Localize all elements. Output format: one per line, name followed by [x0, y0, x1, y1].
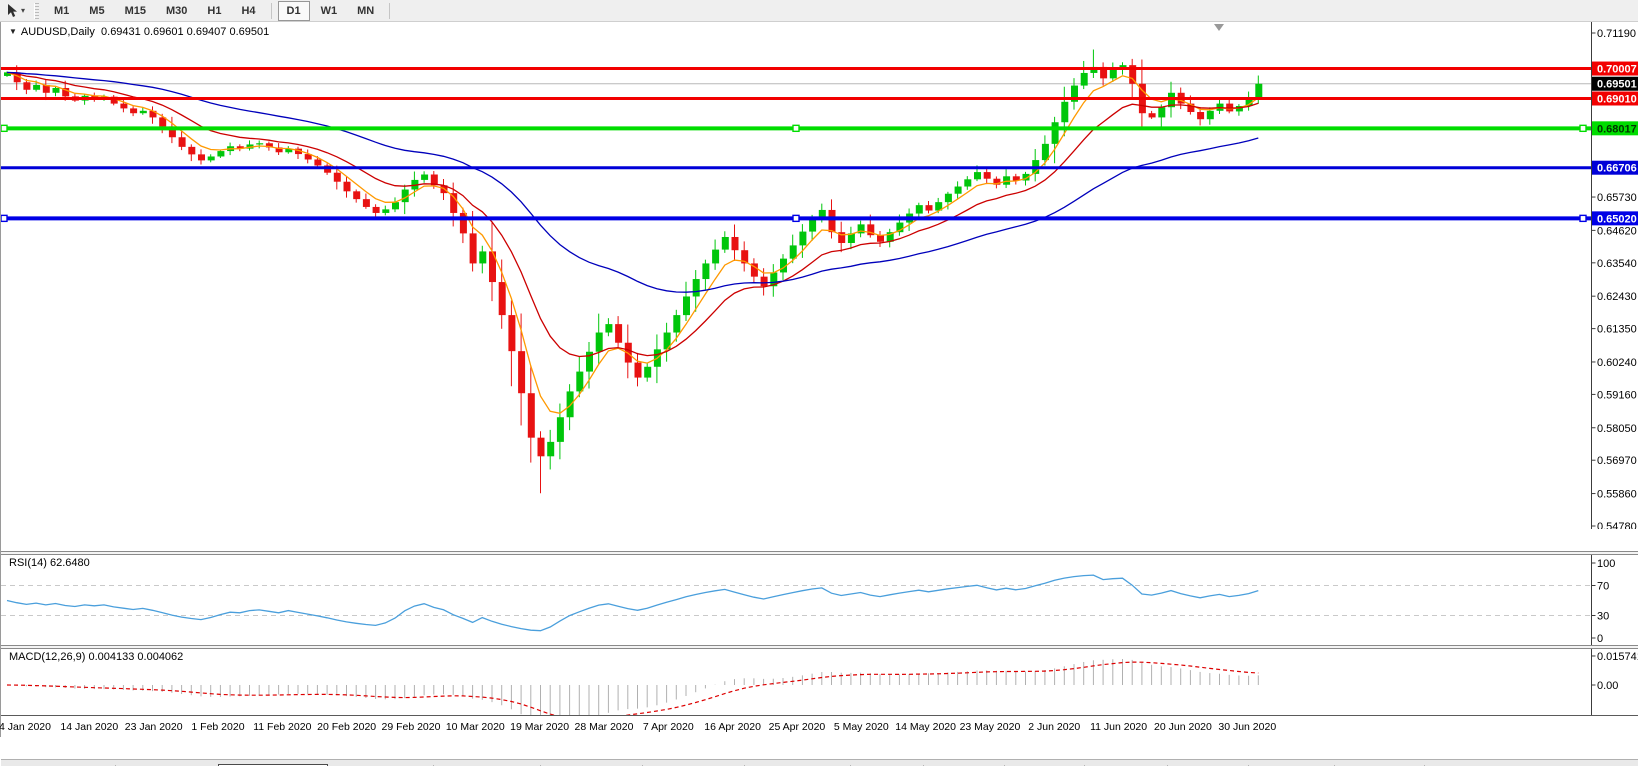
svg-text:0.015741: 0.015741	[1597, 651, 1638, 663]
date-label: 4 Jan 2020	[0, 721, 51, 733]
date-label: 28 Mar 2020	[574, 721, 634, 733]
date-label: 5 May 2020	[833, 721, 889, 733]
timeframe-button-h1[interactable]: H1	[198, 1, 230, 21]
chart-title: ▼ AUDUSD,Daily 0.69431 0.69601 0.69407 0.…	[9, 26, 269, 38]
chart-window: ▼ AUDUSD,Daily 0.69431 0.69601 0.69407 0.…	[0, 22, 1638, 766]
toolbar-separator	[270, 2, 272, 19]
date-label: 20 Feb 2020	[317, 721, 377, 733]
date-label: 11 Jun 2020	[1090, 721, 1148, 733]
price-panel[interactable]: ▼ AUDUSD,Daily 0.69431 0.69601 0.69407 0.…	[1, 22, 1638, 529]
chart-title-ohlc: 0.69431 0.69601 0.69407 0.69501	[101, 26, 270, 38]
svg-text:0.61350: 0.61350	[1597, 324, 1637, 336]
date-label: 2 Jun 2020	[1028, 721, 1081, 733]
svg-text:30: 30	[1597, 611, 1609, 623]
svg-text:0: 0	[1597, 633, 1603, 645]
timeframe-button-m1[interactable]: M1	[45, 1, 78, 21]
date-label: 14 May 2020	[895, 721, 956, 733]
date-label: 23 May 2020	[959, 721, 1021, 733]
moving-average-slow	[6, 71, 1259, 293]
rsi-chart-canvas[interactable]: 100 70 30 0	[1, 555, 1638, 645]
timeframe-button-w1[interactable]: W1	[312, 1, 347, 21]
line-handle	[792, 214, 800, 223]
rsi-label: RSI(14) 62.6480	[9, 557, 90, 569]
moving-average-mid	[6, 71, 1259, 358]
moving-average-fast	[6, 71, 1259, 414]
time-axis[interactable]: 4 Jan 2020 14 Jan 2020 23 Jan 2020 1 Feb 20…	[0, 715, 1638, 737]
macd-label: MACD(12,26,9) 0.004133 0.004062	[9, 651, 184, 663]
date-label: 1 Feb 2020	[191, 721, 245, 733]
date-label: 16 Apr 2020	[704, 721, 761, 733]
date-label: 23 Jan 2020	[124, 721, 183, 733]
svg-text:0.71190: 0.71190	[1597, 28, 1636, 40]
date-label: 19 Mar 2020	[510, 721, 570, 733]
svg-text:0.58050: 0.58050	[1597, 423, 1637, 435]
line-handle	[1, 214, 8, 223]
top-toolbar: ▾ M1 M5 M15 M30 H1 H4 D1 W1 MN	[0, 0, 1638, 22]
svg-text:0.54780: 0.54780	[1597, 521, 1637, 529]
timeframe-button-m5[interactable]: M5	[80, 1, 113, 21]
timeframe-button-m15[interactable]: M15	[116, 1, 155, 21]
date-label: 25 Apr 2020	[768, 721, 826, 733]
line-handle	[792, 124, 800, 133]
svg-text:0.69501: 0.69501	[1597, 79, 1637, 91]
timeframe-button-m30[interactable]: M30	[157, 1, 196, 21]
svg-text:0.65730: 0.65730	[1597, 192, 1637, 204]
timeframe-button-h4[interactable]: H4	[232, 1, 264, 21]
pointer-tool-icon[interactable]	[4, 3, 20, 19]
svg-text:0.69010: 0.69010	[1597, 93, 1637, 105]
date-label: 11 Feb 2020	[253, 721, 312, 733]
price-chart-canvas[interactable]: 0.711900.679200.657300.646200.635400.624…	[1, 22, 1638, 529]
svg-text:0.64620: 0.64620	[1597, 225, 1637, 237]
chart-title-caret-icon[interactable]: ▼	[9, 27, 17, 36]
svg-text:70: 70	[1597, 581, 1609, 593]
date-label: 20 Jun 2020	[1154, 721, 1212, 733]
svg-text:0.59160: 0.59160	[1597, 389, 1637, 401]
chart-title-symbol: AUDUSD,Daily	[20, 26, 95, 38]
svg-text:0.63540: 0.63540	[1597, 258, 1637, 270]
svg-text:0.70007: 0.70007	[1597, 64, 1637, 76]
svg-text:0.55860: 0.55860	[1597, 489, 1637, 501]
date-label: 29 Feb 2020	[381, 721, 441, 733]
macd-signal-line	[6, 661, 1259, 721]
toolbar-grip[interactable]	[34, 2, 40, 19]
date-label: 10 Mar 2020	[445, 721, 505, 733]
svg-text:0.68017: 0.68017	[1597, 123, 1637, 135]
date-label: 7 Apr 2020	[642, 721, 694, 733]
chart-shift-marker-icon	[1214, 24, 1224, 31]
svg-text:0.56970: 0.56970	[1597, 455, 1637, 467]
line-handle	[1579, 214, 1587, 223]
timeframe-button-d1[interactable]: D1	[277, 0, 310, 21]
date-label: 30 Jun 2020	[1218, 721, 1277, 733]
svg-text:0.66706: 0.66706	[1597, 163, 1637, 175]
rsi-line	[6, 574, 1259, 632]
candles-group	[4, 49, 1263, 494]
pointer-tool-caret-icon[interactable]: ▾	[21, 6, 25, 15]
line-handle	[1, 124, 8, 133]
svg-text:0.62430: 0.62430	[1597, 291, 1637, 303]
chart-tab-bar: EURUSD,DailyUSDCHF,DailyAUDUSD,DailyUSDC…	[1, 759, 1638, 766]
toolbar-separator	[389, 2, 391, 19]
svg-text:100: 100	[1597, 558, 1615, 570]
date-label: 14 Jan 2020	[60, 721, 119, 733]
svg-text:0.00: 0.00	[1597, 680, 1618, 692]
svg-text:0.65020: 0.65020	[1597, 213, 1637, 225]
timeframe-button-group: M1 M5 M15 M30 H1 H4 D1 W1 MN	[44, 0, 395, 21]
line-handle	[1579, 124, 1587, 133]
timeframe-button-mn[interactable]: MN	[348, 1, 383, 21]
svg-text:0.60240: 0.60240	[1597, 357, 1637, 369]
rsi-panel[interactable]: RSI(14) 62.6480 100 70 30 0	[1, 555, 1638, 645]
